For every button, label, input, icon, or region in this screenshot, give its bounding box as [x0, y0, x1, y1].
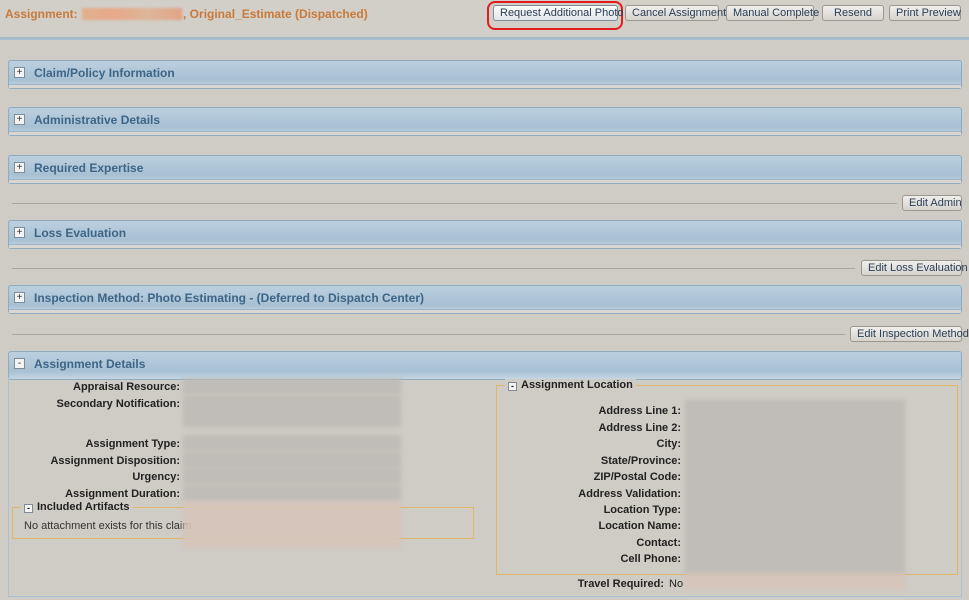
included-artifacts-legend: - Included Artifacts — [21, 501, 133, 513]
redacted-appraisal-resource — [183, 378, 401, 394]
assignment-title-suffix: , Original_Estimate (Dispatched) — [183, 7, 368, 21]
cancel-assignment-button[interactable]: Cancel Assignment — [625, 5, 726, 21]
travel-required-label: Travel Required: — [577, 578, 664, 590]
redacted-urgency — [183, 468, 401, 484]
panel-underline — [9, 84, 961, 88]
section-inspection-method[interactable]: + Inspection Method: Photo Estimating - … — [8, 285, 962, 314]
redacted-artifacts-area — [183, 502, 401, 548]
section-title[interactable]: Inspection Method: Photo Estimating - (D… — [34, 291, 424, 305]
zip-postal-code-label: ZIP/Postal Code: — [593, 471, 681, 483]
section-title[interactable]: Claim/Policy Information — [34, 66, 175, 80]
section-title[interactable]: Required Expertise — [34, 161, 143, 175]
address-validation-label: Address Validation: — [578, 488, 681, 500]
print-preview-button[interactable]: Print Preview — [889, 5, 961, 21]
request-additional-photo-button[interactable]: Request Additional Photo — [493, 5, 624, 21]
assignment-title: Assignment: , Original_Estimate (Dispatc… — [5, 7, 368, 21]
panel-underline — [9, 131, 961, 135]
redacted-assignment-id — [82, 8, 183, 20]
assignment-location-title: Assignment Location — [521, 379, 633, 391]
collapse-icon[interactable]: - — [508, 382, 517, 391]
divider — [12, 268, 855, 269]
redacted-assignment-type — [183, 435, 401, 451]
manual-complete-button[interactable]: Manual Complete — [726, 5, 819, 21]
edit-inspection-method-button[interactable]: Edit Inspection Method — [850, 326, 969, 342]
city-label: City: — [656, 438, 681, 450]
cell-phone-label: Cell Phone: — [620, 553, 681, 565]
location-name-label: Location Name: — [598, 520, 681, 532]
divider — [12, 203, 897, 204]
address-line-1-label: Address Line 1: — [598, 405, 681, 417]
included-artifacts-title: Included Artifacts — [37, 501, 130, 513]
assignment-disposition-label: Assignment Disposition: — [50, 455, 180, 467]
contact-label: Contact: — [636, 537, 681, 549]
expand-toggle[interactable]: + — [14, 292, 25, 303]
section-loss-evaluation[interactable]: + Loss Evaluation — [8, 220, 962, 249]
travel-required-value: No — [669, 578, 684, 590]
location-type-label: Location Type: — [603, 504, 681, 516]
state-province-label: State/Province: — [600, 455, 681, 467]
panel-underline — [9, 179, 961, 183]
assignment-type-label: Assignment Type: — [85, 438, 180, 450]
edit-loss-evaluation-button[interactable]: Edit Loss Evaluation — [861, 260, 968, 276]
section-title[interactable]: Assignment Details — [34, 357, 145, 371]
assignment-location-legend: - Assignment Location — [505, 379, 636, 391]
address-line-2-label: Address Line 2: — [598, 422, 681, 434]
section-required-expertise[interactable]: + Required Expertise — [8, 155, 962, 184]
redacted-assignment-disposition — [183, 452, 401, 468]
redacted-location-values — [685, 400, 905, 575]
expand-toggle[interactable]: + — [14, 114, 25, 125]
section-claim-policy[interactable]: + Claim/Policy Information — [8, 60, 962, 89]
expand-toggle[interactable]: + — [14, 162, 25, 173]
redacted-secondary-notification — [183, 395, 401, 427]
urgency-label: Urgency: — [132, 471, 180, 483]
panel-underline — [9, 309, 961, 313]
section-title[interactable]: Loss Evaluation — [34, 226, 126, 240]
panel-underline — [9, 244, 961, 248]
collapse-icon[interactable]: - — [24, 504, 33, 513]
section-assignment-details[interactable]: - Assignment Details — [8, 351, 962, 380]
collapse-toggle[interactable]: - — [14, 358, 25, 369]
assignment-header: Assignment: , Original_Estimate (Dispatc… — [0, 0, 969, 40]
edit-admin-button[interactable]: Edit Admin — [902, 195, 962, 211]
resend-button[interactable]: Resend — [822, 5, 884, 21]
expand-toggle[interactable]: + — [14, 67, 25, 78]
section-administrative-details[interactable]: + Administrative Details — [8, 107, 962, 136]
redacted-travel-area — [685, 573, 905, 589]
expand-toggle[interactable]: + — [14, 227, 25, 238]
appraisal-resource-label: Appraisal Resource: — [73, 381, 180, 393]
assignment-title-prefix: Assignment: — [5, 7, 82, 21]
section-title[interactable]: Administrative Details — [34, 113, 160, 127]
redacted-assignment-duration — [183, 485, 401, 501]
no-attachment-message: No attachment exists for this claim — [24, 520, 192, 532]
assignment-duration-label: Assignment Duration: — [65, 488, 180, 500]
secondary-notification-label: Secondary Notification: — [56, 398, 180, 410]
divider — [12, 334, 845, 335]
